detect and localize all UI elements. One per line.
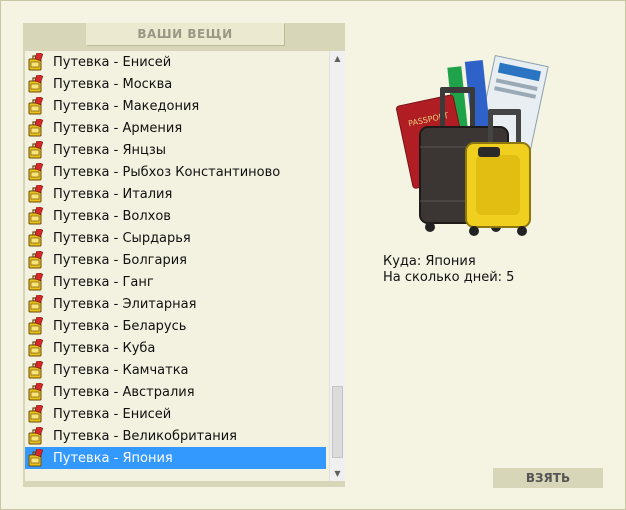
list-item[interactable]: Путевка - Япония <box>25 447 326 469</box>
list-item-label: Путевка - Македония <box>53 98 200 114</box>
ticket-bag-icon <box>27 117 44 137</box>
list-item-label: Путевка - Енисей <box>53 54 172 70</box>
ticket-bag-icon <box>27 425 44 445</box>
list-item[interactable]: Путевка - Камчатка <box>25 359 326 381</box>
scrollbar[interactable]: ▲ ▼ <box>329 51 345 481</box>
list-item-label: Путевка - Беларусь <box>53 318 187 334</box>
ticket-bag-icon <box>27 227 44 247</box>
ticket-bag-icon <box>27 73 44 93</box>
list-item[interactable]: Путевка - Австралия <box>25 381 326 403</box>
list-item[interactable]: Путевка - Македония <box>25 95 326 117</box>
scroll-thumb[interactable] <box>332 386 343 458</box>
list-item-label: Путевка - Волхов <box>53 208 171 224</box>
ticket-bag-icon <box>27 51 44 71</box>
ticket-bag-icon <box>27 359 44 379</box>
list-item[interactable]: Путевка - Беларусь <box>25 315 326 337</box>
list-item[interactable]: Путевка - Рыбхоз Константиново <box>25 161 326 183</box>
luggage-passport-tickets-icon: PASSPORT <box>396 54 549 236</box>
ticket-bag-icon <box>27 205 44 225</box>
list-item[interactable]: Путевка - Элитарная <box>25 293 326 315</box>
take-button[interactable]: ВЗЯТЬ <box>493 468 603 488</box>
list-item[interactable]: Путевка - Италия <box>25 183 326 205</box>
item-details: Куда: Япония На сколько дней: 5 <box>383 254 514 286</box>
list-item-label: Путевка - Янцзы <box>53 142 167 158</box>
list-item[interactable]: Путевка - Волхов <box>25 205 326 227</box>
panel-title: ВАШИ ВЕЩИ <box>86 23 284 45</box>
ticket-bag-icon <box>27 381 44 401</box>
list-item-label: Путевка - Куба <box>53 340 156 356</box>
items-list[interactable]: Путевка - Енисей Путевка - Москва Путевк… <box>25 51 344 481</box>
ticket-bag-icon <box>27 249 44 269</box>
list-item[interactable]: Путевка - Болгария <box>25 249 326 271</box>
list-item-label: Путевка - Болгария <box>53 252 187 268</box>
list-item-label: Путевка - Армения <box>53 120 183 136</box>
list-item[interactable]: Путевка - Енисей <box>25 51 326 73</box>
list-item-label: Путевка - Енисей <box>53 406 172 422</box>
list-item-label: Путевка - Камчатка <box>53 362 189 378</box>
list-item-label: Путевка - Италия <box>53 186 173 202</box>
ticket-bag-icon <box>27 161 44 181</box>
scroll-up-arrow-icon[interactable]: ▲ <box>330 51 345 66</box>
list-item-label: Путевка - Австралия <box>53 384 195 400</box>
ticket-bag-icon <box>27 337 44 357</box>
list-item-label: Путевка - Ганг <box>53 274 154 290</box>
list-item-label: Путевка - Сырдарья <box>53 230 191 246</box>
list-item[interactable]: Путевка - Сырдарья <box>25 227 326 249</box>
ticket-bag-icon <box>27 139 44 159</box>
ticket-bag-icon <box>27 447 44 467</box>
ticket-bag-icon <box>27 315 44 335</box>
list-item[interactable]: Путевка - Енисей <box>25 403 326 425</box>
ticket-bag-icon <box>27 293 44 313</box>
ticket-bag-icon <box>27 271 44 291</box>
list-item-label: Путевка - Москва <box>53 76 173 92</box>
list-item-label: Путевка - Япония <box>53 450 173 466</box>
destination-text: Куда: Япония <box>383 254 476 269</box>
list-item-label: Путевка - Элитарная <box>53 296 197 312</box>
list-item[interactable]: Путевка - Великобритания <box>25 425 326 447</box>
list-item[interactable]: Путевка - Янцзы <box>25 139 326 161</box>
list-item[interactable]: Путевка - Ганг <box>25 271 326 293</box>
days-text: На сколько дней: 5 <box>383 270 515 285</box>
ticket-bag-icon <box>27 95 44 115</box>
list-item-label: Путевка - Великобритания <box>53 428 237 444</box>
scroll-down-arrow-icon[interactable]: ▼ <box>330 466 345 481</box>
list-item[interactable]: Путевка - Куба <box>25 337 326 359</box>
ticket-bag-icon <box>27 403 44 423</box>
list-item-label: Путевка - Рыбхоз Константиново <box>53 164 281 180</box>
list-item[interactable]: Путевка - Москва <box>25 73 326 95</box>
list-item[interactable]: Путевка - Армения <box>25 117 326 139</box>
ticket-bag-icon <box>27 183 44 203</box>
